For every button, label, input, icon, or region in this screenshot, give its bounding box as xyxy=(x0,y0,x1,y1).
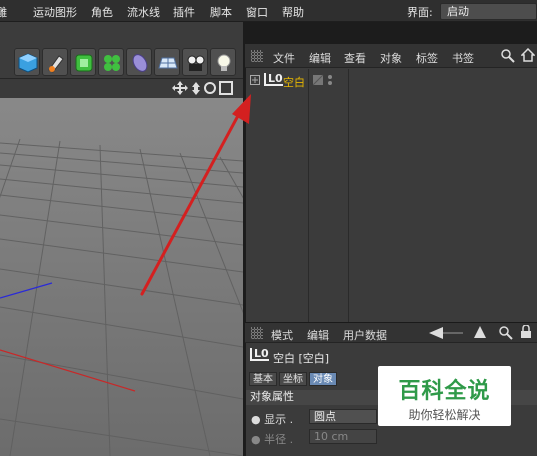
watermark-subtitle: 助你轻松解决 xyxy=(408,408,481,422)
watermark-title: 百科全说 xyxy=(398,379,491,404)
watermark: 百科全说 助你轻松解决 xyxy=(378,366,511,426)
